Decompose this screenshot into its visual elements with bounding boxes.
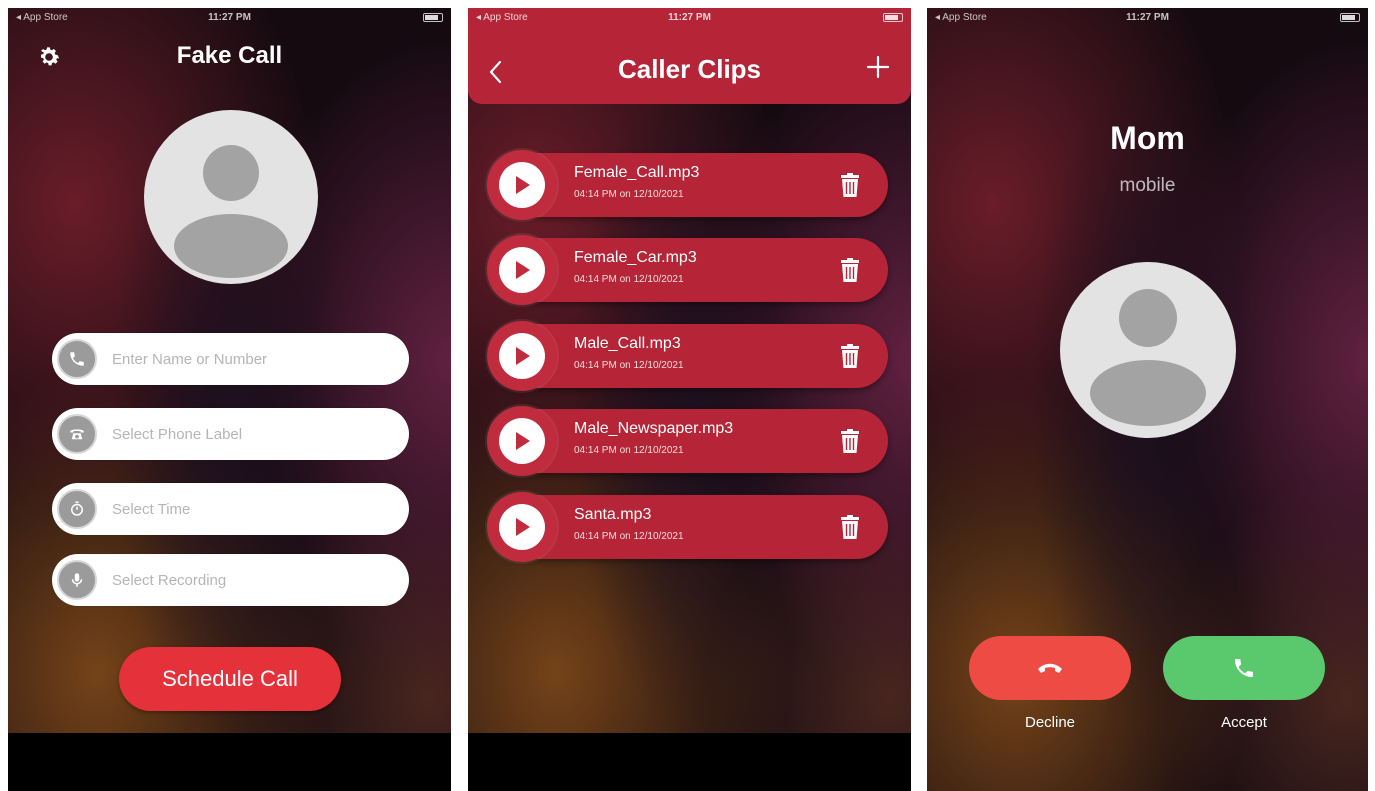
clip-name: Male_Call.mp3 (574, 335, 681, 352)
play-icon (499, 504, 545, 550)
avatar[interactable] (144, 110, 318, 284)
incoming-call-screen: ◂ App Store 11:27 PM Mom mobile Decline … (927, 8, 1368, 791)
play-button[interactable] (487, 235, 557, 305)
timer-icon (57, 489, 97, 529)
avatar (1060, 262, 1236, 438)
status-time: 11:27 PM (668, 12, 711, 23)
accept-button[interactable] (1163, 636, 1325, 700)
phone-icon (1235, 659, 1253, 677)
avatar-head (203, 145, 259, 201)
bottom-bar (468, 733, 911, 791)
accept-label: Accept (1221, 714, 1267, 731)
page-title: Fake Call (176, 42, 283, 69)
play-icon (499, 333, 545, 379)
play-icon (499, 418, 545, 464)
clip-row[interactable]: Male_Call.mp3 04:14 PM on 12/10/2021 (487, 321, 888, 391)
clip-row[interactable]: Santa.mp3 04:14 PM on 12/10/2021 (487, 492, 888, 562)
status-bar: ◂ App Store 11:27 PM (8, 8, 451, 28)
battery-icon (1340, 13, 1360, 22)
time-field[interactable]: Select Time (52, 483, 409, 535)
bottom-bar (8, 733, 451, 791)
avatar-body (1090, 360, 1206, 426)
trash-icon[interactable] (840, 514, 860, 540)
play-icon (499, 162, 545, 208)
status-time: 11:27 PM (1126, 12, 1169, 23)
play-button[interactable] (487, 321, 557, 391)
clip-name: Female_Call.mp3 (574, 164, 700, 181)
clip-date: 04:14 PM on 12/10/2021 (574, 189, 684, 200)
page-title: Caller Clips (617, 54, 762, 84)
avatar-head (1119, 289, 1177, 347)
caller-label: mobile (1119, 175, 1176, 196)
name-number-field[interactable]: Enter Name or Number (52, 333, 409, 385)
battery-icon (883, 13, 903, 22)
add-icon[interactable] (867, 56, 889, 78)
field-placeholder: Enter Name or Number (112, 351, 268, 368)
status-time: 11:27 PM (208, 12, 251, 23)
status-bar: ◂ App Store 11:27 PM (927, 8, 1368, 28)
clip-name: Female_Car.mp3 (574, 249, 697, 266)
field-placeholder: Select Phone Label (112, 426, 243, 443)
play-button[interactable] (487, 150, 557, 220)
phone-label-field[interactable]: Select Phone Label (52, 408, 409, 460)
caller-clips-screen: ◂ App Store 11:27 PM Caller Clips Female… (468, 8, 911, 791)
microphone-icon (57, 560, 97, 600)
status-bar: ◂ App Store 11:27 PM (468, 8, 911, 28)
battery-icon (423, 13, 443, 22)
play-button[interactable] (487, 406, 557, 476)
field-placeholder: Select Recording (112, 572, 227, 589)
clip-row[interactable]: Female_Call.mp3 04:14 PM on 12/10/2021 (487, 150, 888, 220)
trash-icon[interactable] (840, 343, 860, 369)
avatar-body (174, 214, 288, 278)
trash-icon[interactable] (840, 172, 860, 198)
trash-icon[interactable] (840, 428, 860, 454)
play-button[interactable] (487, 492, 557, 562)
clip-name: Male_Newspaper.mp3 (574, 420, 734, 437)
clip-name: Santa.mp3 (574, 506, 652, 523)
background-gradient (468, 8, 911, 791)
trash-icon[interactable] (840, 257, 860, 283)
field-placeholder: Select Time (112, 501, 191, 518)
clip-row[interactable]: Male_Newspaper.mp3 04:14 PM on 12/10/202… (487, 406, 888, 476)
caller-name: Mom (1110, 120, 1185, 156)
telephone-icon (57, 414, 97, 454)
decline-button[interactable] (969, 636, 1131, 700)
decline-label: Decline (1024, 714, 1076, 731)
clip-date: 04:14 PM on 12/10/2021 (574, 274, 684, 285)
clip-date: 04:14 PM on 12/10/2021 (574, 445, 684, 456)
schedule-call-button[interactable]: Schedule Call (119, 647, 341, 711)
header-bar: ◂ App Store 11:27 PM Caller Clips (468, 8, 911, 104)
play-icon (499, 247, 545, 293)
hang-up-icon (1038, 663, 1062, 673)
clip-date: 04:14 PM on 12/10/2021 (574, 360, 684, 371)
recording-field[interactable]: Select Recording (52, 554, 409, 606)
clip-date: 04:14 PM on 12/10/2021 (574, 531, 684, 542)
phone-icon (57, 339, 97, 379)
clip-row[interactable]: Female_Car.mp3 04:14 PM on 12/10/2021 (487, 235, 888, 305)
fake-call-screen: ◂ App Store 11:27 PM Fake Call Enter Nam… (8, 8, 451, 791)
